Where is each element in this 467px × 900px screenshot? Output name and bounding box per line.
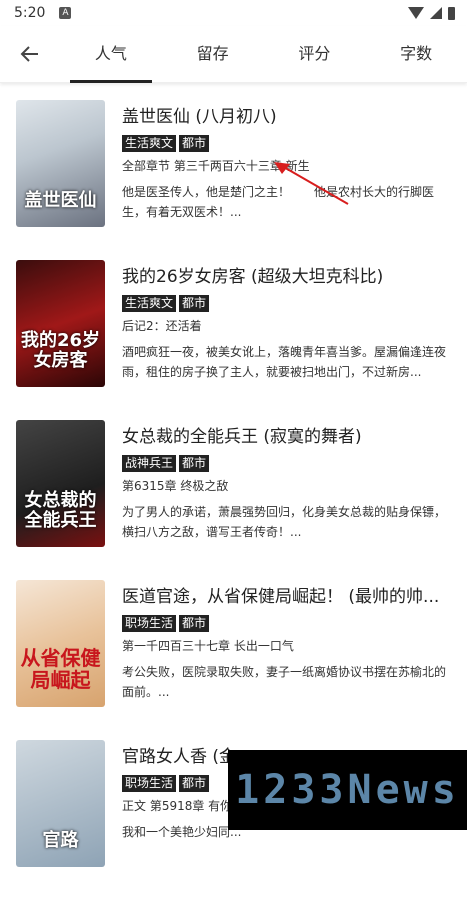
- book-item[interactable]: 从省保健局崛起 医道官途，从省保健局崛起！ (最帅的帅... 职场生活 都市 第…: [0, 580, 467, 740]
- book-item[interactable]: 我的26岁女房客 我的26岁女房客 (超级大坦克科比) 生活爽文 都市 后记2：…: [0, 260, 467, 420]
- latest-chapter: 第一千四百三十七章 长出一口气: [122, 639, 294, 653]
- tab-word-count[interactable]: 字数: [365, 26, 467, 82]
- book-cover: 官路: [16, 740, 105, 867]
- status-icons: [408, 6, 455, 20]
- tab-popularity[interactable]: 人气: [60, 26, 162, 83]
- back-arrow-icon[interactable]: [0, 44, 60, 64]
- book-title: 医道官途，从省保健局崛起！ (最帅的帅...: [122, 587, 440, 607]
- genre-tag: 生活爽文: [122, 135, 177, 152]
- book-item[interactable]: 盖世医仙 盖世医仙 (八月初八) 生活爽文 都市 全部章节 第三千两百六十三章 …: [0, 100, 467, 260]
- latest-chapter: 第6315章 终极之敌: [122, 479, 229, 493]
- wifi-icon: [408, 7, 424, 19]
- book-description: 酒吧疯狂一夜，被美女讹上，落魄青年喜当爹。屋漏偏逢连夜雨，租住的房子换了主人，就…: [122, 345, 447, 379]
- watermark: 1233News: [228, 750, 467, 830]
- book-item[interactable]: 女总裁的全能兵王 女总裁的全能兵王 (寂寞的舞者) 战神兵王 都市 第6315章…: [0, 420, 467, 580]
- sort-tabs: 人气 留存 评分 字数: [60, 26, 467, 83]
- genre-tag: 战神兵王: [122, 455, 177, 472]
- category-tag: 都市: [179, 135, 210, 152]
- book-title: 女总裁的全能兵王 (寂寞的舞者): [122, 427, 362, 447]
- category-tag: 都市: [179, 295, 210, 312]
- battery-icon: [448, 6, 455, 20]
- book-title: 我的26岁女房客 (超级大坦克科比): [122, 267, 384, 287]
- category-tag: 都市: [179, 455, 210, 472]
- status-bar: 5:20 A: [0, 0, 467, 26]
- book-cover: 盖世医仙: [16, 100, 105, 227]
- category-tag: 都市: [179, 775, 210, 792]
- book-description: 考公失败，医院录取失败，妻子一纸离婚协议书摆在苏榆北的面前。...: [122, 665, 447, 699]
- tab-retention[interactable]: 留存: [162, 26, 264, 82]
- book-cover: 我的26岁女房客: [16, 260, 105, 387]
- book-description: 为了男人的承诺，萧晨强势回归，化身美女总裁的贴身保镖，横扫八方之敌，谱写王者传奇…: [122, 505, 447, 539]
- latest-chapter: 后记2：还活着: [122, 319, 202, 333]
- book-title: 盖世医仙 (八月初八): [122, 107, 277, 127]
- annotation-arrow-icon: [274, 162, 349, 205]
- genre-tag: 职场生活: [122, 775, 177, 792]
- book-cover: 女总裁的全能兵王: [16, 420, 105, 547]
- genre-tag: 生活爽文: [122, 295, 177, 312]
- toolbar: 人气 留存 评分 字数: [0, 26, 467, 83]
- book-cover: 从省保健局崛起: [16, 580, 105, 707]
- tab-rating[interactable]: 评分: [264, 26, 366, 82]
- sim-icon: A: [59, 7, 72, 19]
- signal-icon: [430, 7, 442, 19]
- status-time: 5:20: [14, 5, 46, 21]
- category-tag: 都市: [179, 615, 210, 632]
- genre-tag: 职场生活: [122, 615, 177, 632]
